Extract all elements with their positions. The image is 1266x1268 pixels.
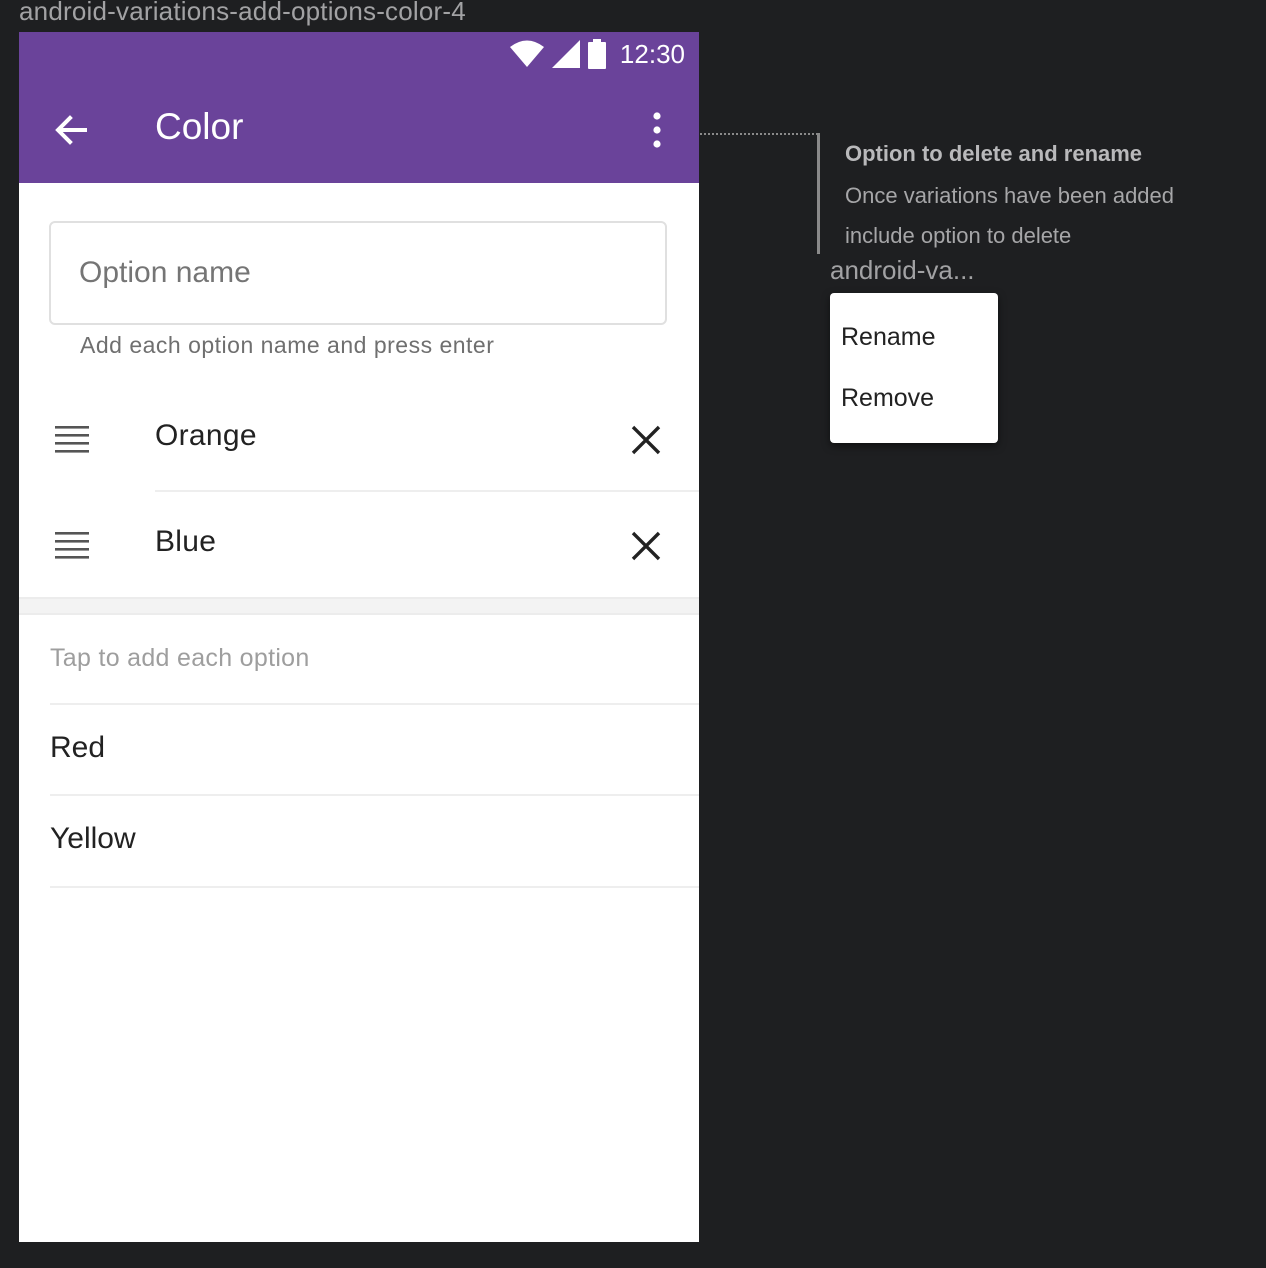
section-divider xyxy=(19,597,699,615)
popup-menu: Rename Remove xyxy=(830,293,998,443)
suggestion-item[interactable]: Yellow xyxy=(50,794,699,888)
option-name-helper: Add each option name and press enter xyxy=(80,332,495,358)
close-icon[interactable] xyxy=(629,423,663,457)
suggestion-label: Yellow xyxy=(50,822,136,855)
annotation-connector xyxy=(700,133,818,135)
drag-handle-icon[interactable] xyxy=(55,531,89,561)
page-title: Color xyxy=(155,106,244,147)
menu-frame-label: android-va... xyxy=(830,255,975,285)
signal-icon xyxy=(551,40,580,68)
suggestion-item[interactable]: Red xyxy=(50,703,699,795)
status-bar: 12:30 xyxy=(509,38,685,70)
suggestion-label: Red xyxy=(50,731,106,764)
option-row[interactable]: Orange xyxy=(19,387,699,492)
menu-item-remove[interactable]: Remove xyxy=(841,384,934,413)
more-vert-icon[interactable] xyxy=(645,112,669,148)
row-divider xyxy=(155,490,699,492)
menu-item-rename[interactable]: Rename xyxy=(841,323,936,352)
option-row[interactable]: Blue xyxy=(19,493,699,598)
frame-label: android-variations-add-options-color-4 xyxy=(19,0,466,26)
phone-screen: 12:30 Color Add each option name and pre… xyxy=(19,32,699,1242)
arrow-back-icon[interactable] xyxy=(51,110,91,150)
annotation-title: Option to delete and rename xyxy=(845,141,1143,166)
close-icon[interactable] xyxy=(629,529,663,563)
app-bar: 12:30 Color xyxy=(19,32,699,183)
status-time: 12:30 xyxy=(619,38,685,69)
suggestions-header: Tap to add each option xyxy=(50,644,310,672)
option-label: Blue xyxy=(155,525,217,558)
option-name-input[interactable] xyxy=(49,221,667,325)
drag-handle-icon[interactable] xyxy=(55,425,89,455)
battery-icon xyxy=(587,39,606,69)
annotation-body: Once variations have been added include … xyxy=(845,183,1175,248)
annotation-bracket xyxy=(817,133,820,254)
wifi-icon xyxy=(509,40,544,67)
option-label: Orange xyxy=(155,419,257,452)
